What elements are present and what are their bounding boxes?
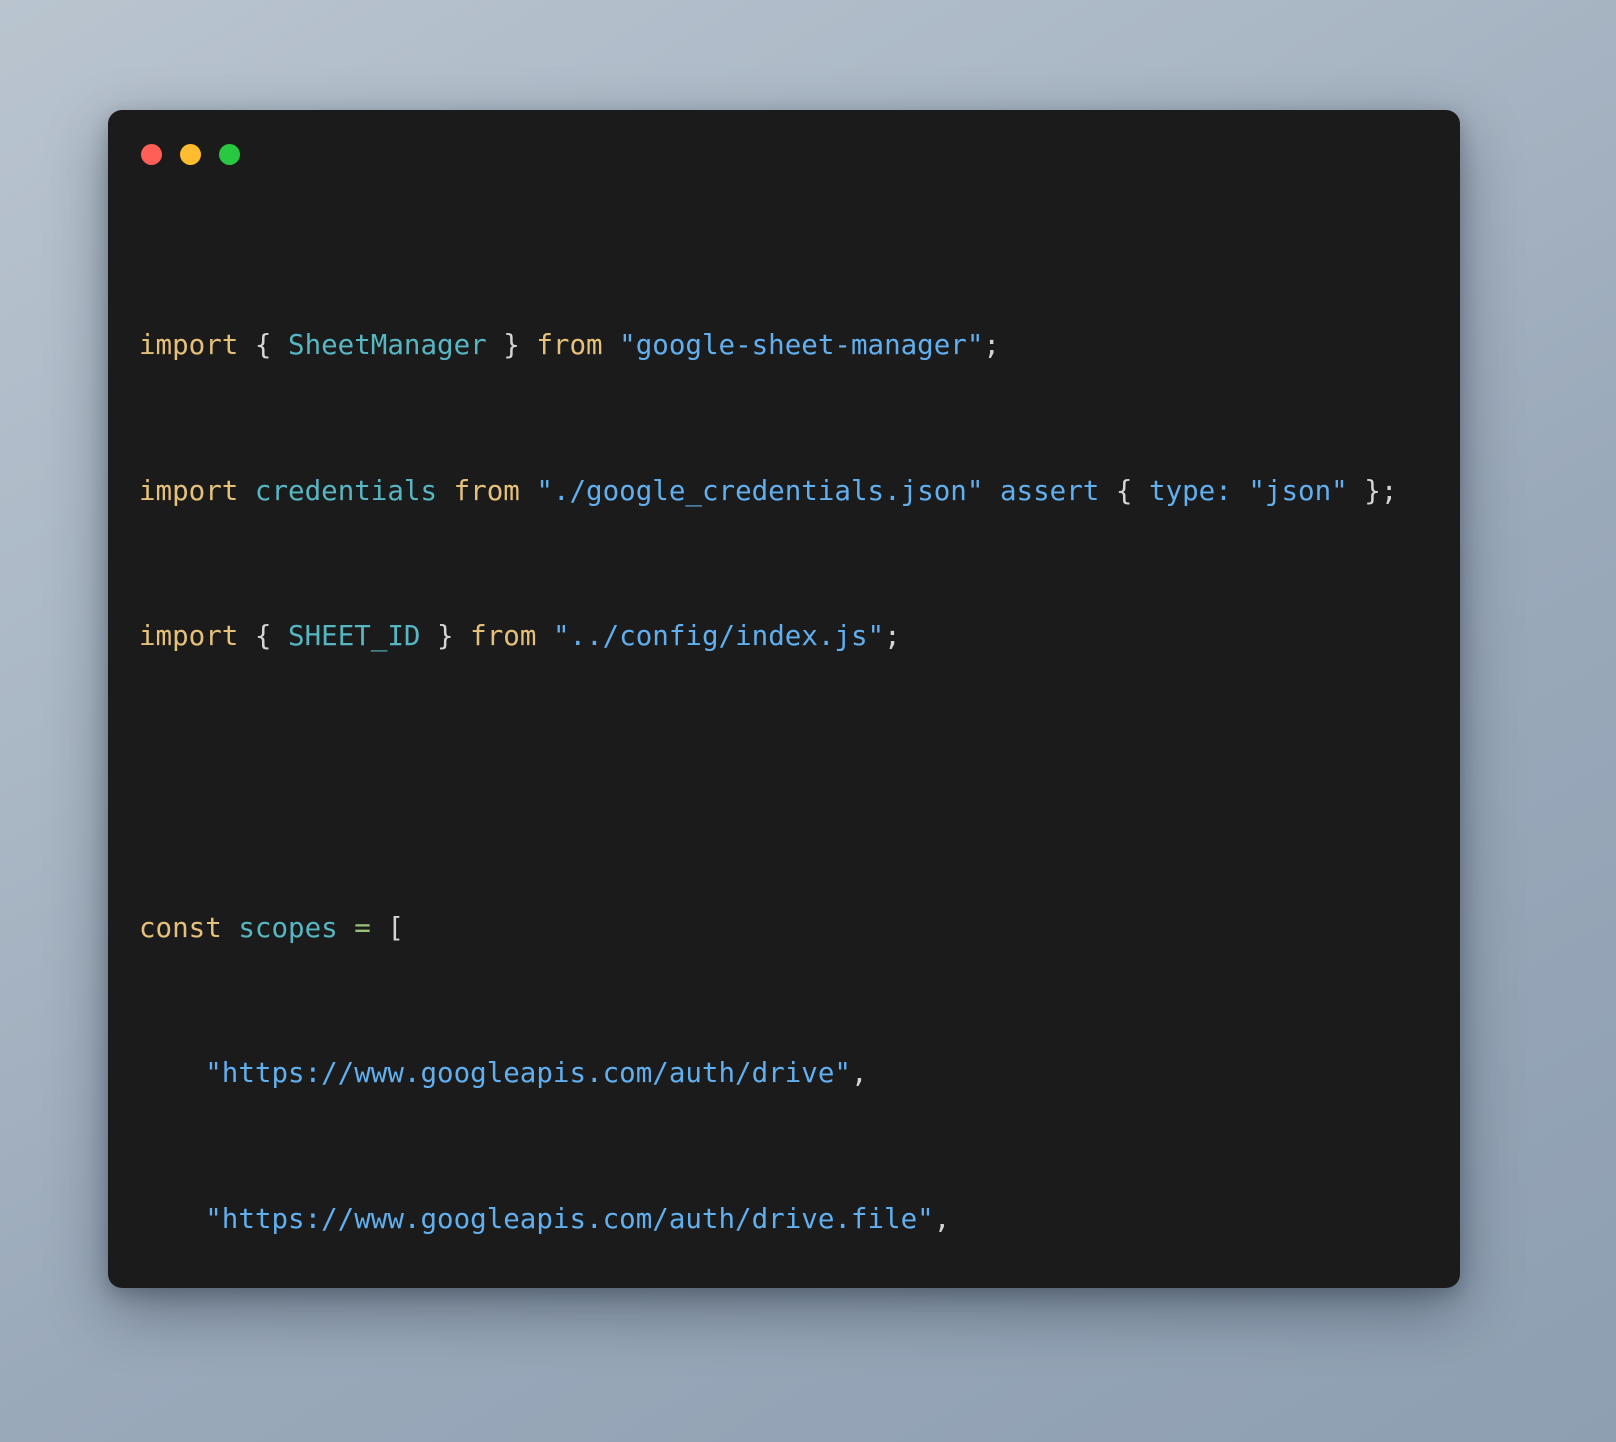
semicolon: ; [983, 329, 1000, 362]
brace-close: } [437, 620, 454, 653]
code-snippet-window: import { SheetManager } from "google-she… [108, 110, 1460, 1288]
keyword-import: import [139, 474, 239, 507]
traffic-light-controls [141, 143, 240, 165]
keyword-const: const [139, 911, 222, 944]
identifier-sheet-id: SHEET_ID [288, 620, 421, 653]
bracket-open: [ [387, 911, 404, 944]
identifier-credentials: credentials [254, 474, 438, 507]
code-editor-content[interactable]: import { SheetManager } from "google-she… [108, 198, 1460, 1288]
code-line-6: "https://www.googleapis.com/auth/drive", [139, 1055, 1460, 1091]
identifier-sheetmanager: SheetManager [288, 329, 487, 362]
keyword-from: from [453, 474, 520, 507]
code-line-1: import { SheetManager } from "google-she… [139, 327, 1460, 363]
semicolon: ; [1380, 474, 1398, 507]
string-module-path: "google-sheet-manager" [619, 329, 984, 362]
code-line-3: import { SHEET_ID } from "../config/inde… [139, 618, 1460, 654]
comma: , [850, 1057, 868, 1090]
brace-open: { [254, 620, 272, 653]
comma: , [933, 1202, 951, 1235]
keyword-assert: assert [999, 474, 1100, 507]
keyword-import: import [139, 620, 239, 653]
string-scope-drive: "https://www.googleapis.com/auth/drive" [205, 1057, 851, 1090]
string-credentials-path: "./google_credentials.json" [536, 474, 984, 507]
maximize-window-icon[interactable] [219, 143, 240, 165]
string-json: "json" [1248, 474, 1348, 507]
code-line-2: import credentials from "./google_creden… [139, 473, 1460, 509]
keyword-from: from [470, 620, 537, 653]
screenshot-stage: import { SheetManager } from "google-she… [0, 0, 1616, 1442]
code-line-5: const scopes = [ [139, 910, 1460, 946]
punctuation: { [238, 329, 289, 362]
code-line-7: "https://www.googleapis.com/auth/drive.f… [139, 1201, 1460, 1237]
minimize-window-icon[interactable] [180, 143, 201, 165]
assert-key-type: type: [1149, 474, 1232, 507]
string-config-path: "../config/index.js" [552, 620, 885, 653]
string-scope-drive-file: "https://www.googleapis.com/auth/drive.f… [205, 1202, 934, 1235]
keyword-from: from [536, 329, 603, 362]
identifier-scopes: scopes [238, 911, 338, 944]
punctuation: } [486, 329, 537, 362]
operator-assign: = [354, 911, 371, 944]
close-window-icon[interactable] [141, 143, 162, 165]
keyword-import: import [139, 329, 239, 362]
brace-open: { [1115, 474, 1133, 507]
brace-close: } [1364, 474, 1381, 507]
semicolon: ; [884, 620, 901, 653]
window-titlebar [108, 110, 1460, 198]
